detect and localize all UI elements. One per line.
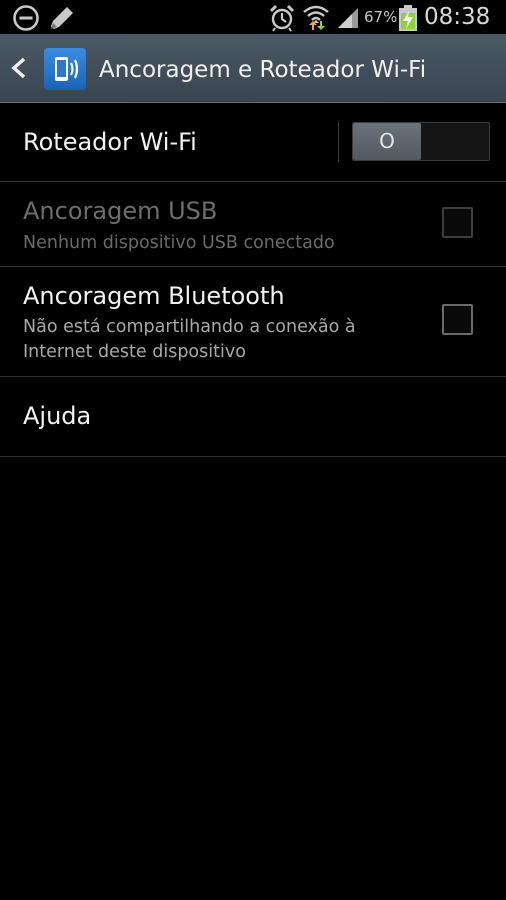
do-not-disturb-icon: [12, 4, 40, 36]
usb-tethering-checkbox[interactable]: [442, 207, 473, 238]
wifi-hotspot-toggle[interactable]: O: [352, 122, 490, 161]
toggle-off-label: O: [379, 129, 395, 153]
bluetooth-tethering-title: Ancoragem Bluetooth: [23, 282, 285, 310]
usb-tethering-summary: Nenhum dispositivo USB conectado: [23, 233, 335, 253]
screen: 67% 08:38 Ancoragem e Roteador Wi-Fi Rot…: [0, 0, 506, 900]
wifi-hotspot-title: Roteador Wi-Fi: [23, 128, 197, 156]
battery-charging-icon: [398, 4, 418, 36]
signal-icon: [336, 6, 362, 34]
help-row[interactable]: Ajuda: [0, 377, 506, 457]
help-title: Ajuda: [23, 402, 92, 430]
toggle-divider: [338, 122, 339, 162]
alarm-clock-icon: [269, 4, 295, 36]
action-bar: Ancoragem e Roteador Wi-Fi: [0, 34, 506, 103]
bluetooth-tethering-summary: Não está compartilhando a conexão à Inte…: [23, 317, 356, 362]
battery-percent: 67%: [364, 8, 398, 26]
settings-list: Roteador Wi-Fi O Ancoragem USB Nenhum di…: [0, 103, 506, 457]
chevron-left-icon[interactable]: [8, 56, 30, 84]
status-time: 08:38: [424, 4, 491, 30]
pencil-icon: [48, 4, 76, 36]
usb-tethering-title: Ancoragem USB: [23, 197, 218, 225]
page-title: Ancoragem e Roteador Wi-Fi: [99, 57, 427, 83]
bluetooth-tethering-row[interactable]: Ancoragem Bluetooth Não está compartilha…: [0, 267, 506, 377]
toggle-thumb: O: [353, 123, 421, 160]
usb-tethering-row[interactable]: Ancoragem USB Nenhum dispositivo USB con…: [0, 182, 506, 267]
bluetooth-tethering-checkbox[interactable]: [442, 304, 473, 335]
wifi-icon: [302, 3, 330, 35]
tethering-icon[interactable]: [44, 48, 86, 90]
wifi-hotspot-row[interactable]: Roteador Wi-Fi O: [0, 103, 506, 182]
status-bar: 67% 08:38: [0, 0, 506, 34]
